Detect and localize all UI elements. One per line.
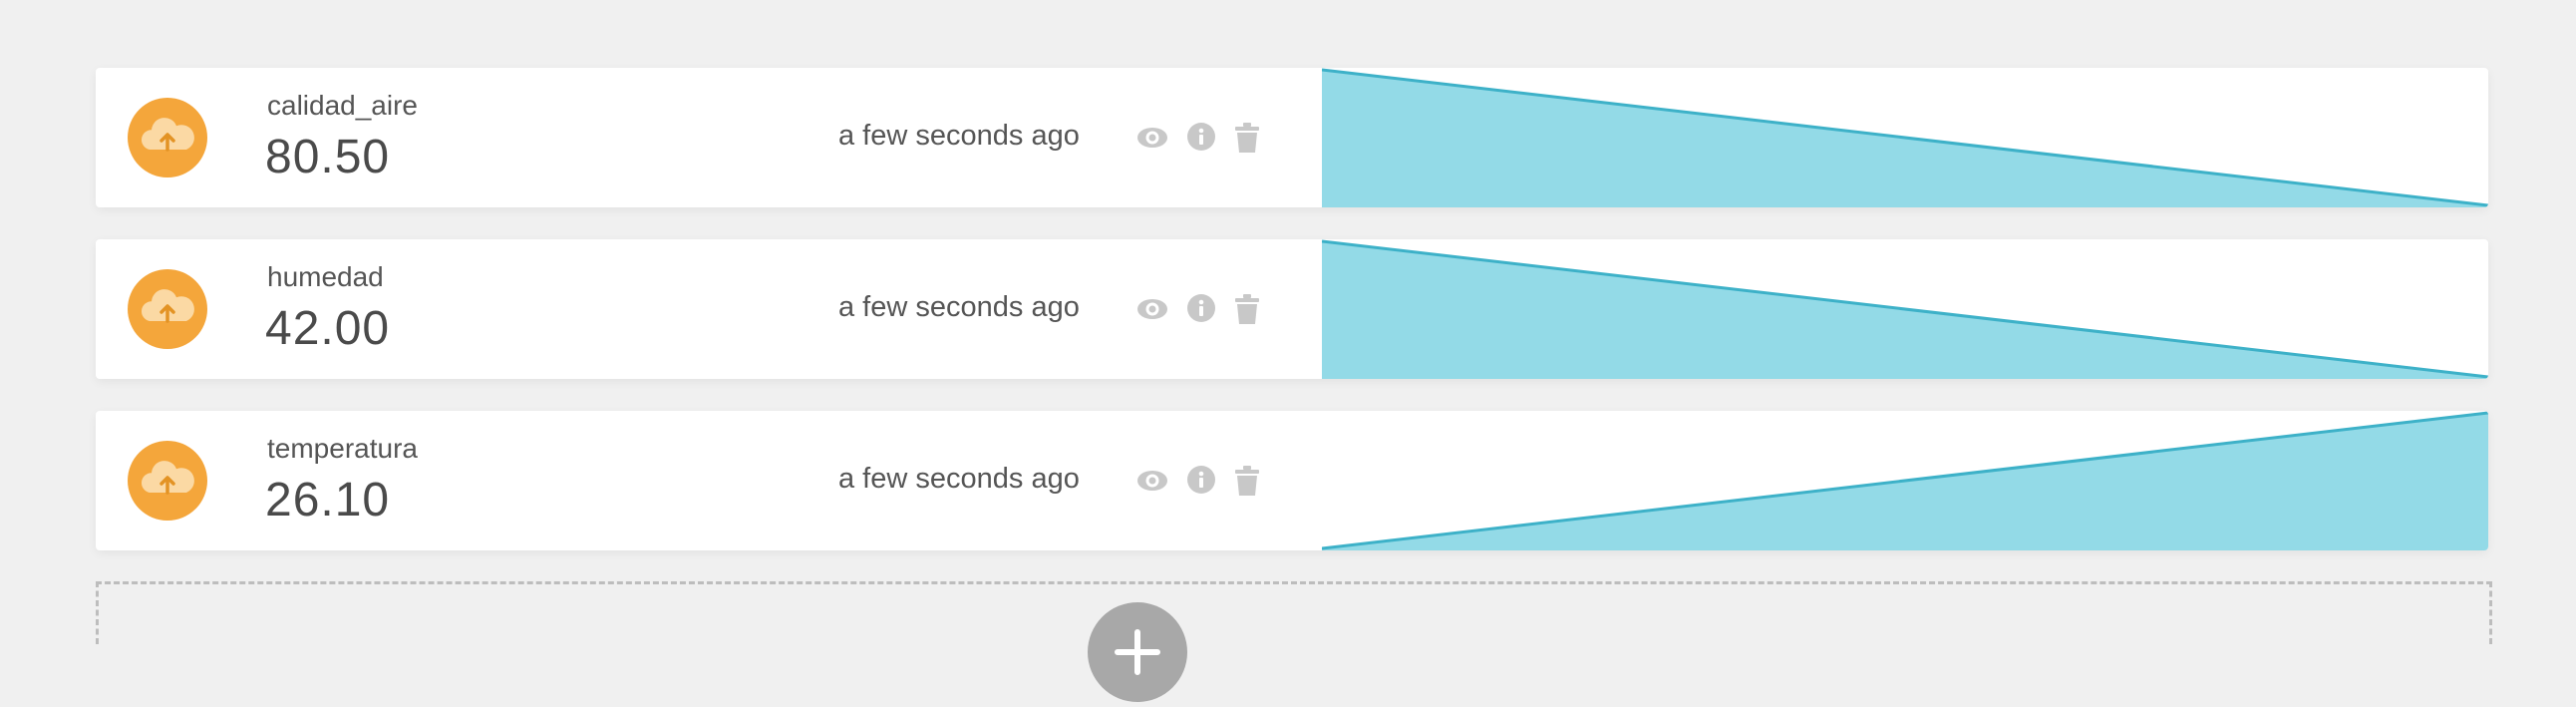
variable-card-temperatura[interactable]: temperatura 26.10 a few seconds ago <box>96 411 2488 550</box>
delete-button[interactable] <box>1233 293 1261 330</box>
info-button[interactable] <box>1186 122 1216 157</box>
sparkline-chart <box>1322 68 2488 207</box>
sparkline-chart <box>1322 239 2488 379</box>
trash-icon <box>1235 466 1259 496</box>
last-updated: a few seconds ago <box>838 463 1080 495</box>
variable-card-calidad-aire[interactable]: calidad_aire 80.50 a few seconds ago <box>96 68 2488 207</box>
info-icon <box>1187 294 1215 322</box>
variable-avatar <box>128 269 207 349</box>
variable-value: 26.10 <box>265 474 391 527</box>
variable-avatar <box>128 98 207 177</box>
info-icon <box>1187 466 1215 494</box>
view-button[interactable] <box>1136 293 1168 330</box>
delete-button[interactable] <box>1233 465 1261 502</box>
delete-button[interactable] <box>1233 122 1261 159</box>
eye-icon <box>1137 128 1167 148</box>
variable-name: calidad_aire <box>267 90 418 121</box>
add-variable-button[interactable] <box>1088 602 1187 702</box>
cloud-upload-icon <box>141 461 194 495</box>
last-updated: a few seconds ago <box>838 291 1080 323</box>
last-updated: a few seconds ago <box>838 120 1080 152</box>
view-button[interactable] <box>1136 122 1168 159</box>
eye-icon <box>1137 299 1167 319</box>
sparkline-chart <box>1322 411 2488 550</box>
variable-name: humedad <box>267 261 384 292</box>
cloud-upload-icon <box>141 118 194 152</box>
add-variable-panel[interactable] <box>96 581 2492 702</box>
variable-card-humedad[interactable]: humedad 42.00 a few seconds ago <box>96 239 2488 379</box>
eye-icon <box>1137 471 1167 491</box>
trash-icon <box>1235 123 1259 153</box>
variable-name: temperatura <box>267 433 418 464</box>
info-button[interactable] <box>1186 465 1216 500</box>
cloud-upload-icon <box>141 289 194 323</box>
variable-value: 42.00 <box>265 302 391 355</box>
info-icon <box>1187 123 1215 151</box>
variable-avatar <box>128 441 207 521</box>
view-button[interactable] <box>1136 465 1168 502</box>
variable-value: 80.50 <box>265 131 391 183</box>
trash-icon <box>1235 294 1259 324</box>
info-button[interactable] <box>1186 293 1216 328</box>
add-icon <box>1115 629 1160 675</box>
